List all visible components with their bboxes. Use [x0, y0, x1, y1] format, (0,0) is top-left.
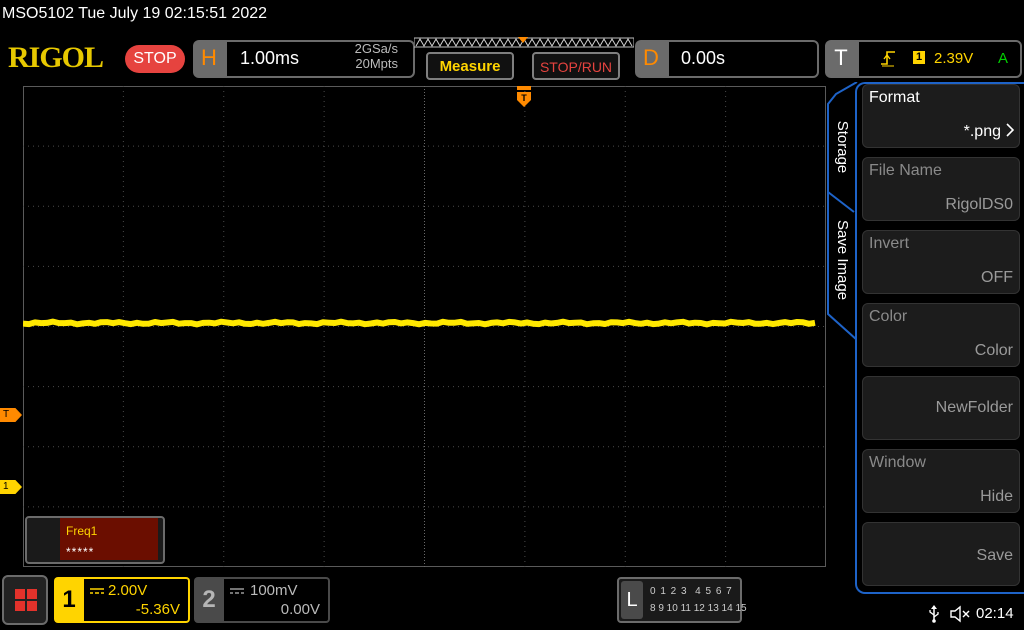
memory-timeline	[414, 37, 634, 48]
menu-tab-storage[interactable]: Storage	[826, 112, 858, 182]
menu-tab-save-image[interactable]: Save Image	[826, 210, 858, 310]
trigger-position-icon[interactable]: T	[516, 86, 532, 108]
trigger-source-badge: 1	[913, 51, 925, 64]
menu-item-title: Format	[869, 89, 920, 106]
menu-item-value: OFF	[981, 269, 1013, 286]
menu-item-title: Invert	[869, 235, 910, 252]
menu-item-save[interactable]: Save	[862, 522, 1020, 586]
grid-menu-icon	[15, 589, 37, 611]
memory-depth: 20Mpts	[355, 56, 398, 71]
menu-item-value: *.png	[963, 123, 1001, 140]
trigger-level: 2.39V	[934, 50, 974, 67]
menu-item-window[interactable]: Window Hide	[862, 449, 1020, 513]
ch1-offset: -5.36V	[135, 601, 180, 618]
horizontal-menu-button[interactable]: H	[193, 40, 225, 78]
svg-text:T: T	[521, 93, 527, 103]
logic-analyzer-button[interactable]: L	[621, 581, 643, 619]
ch1-ground-marker[interactable]: 1	[0, 480, 22, 494]
delay-menu-button[interactable]: D	[635, 40, 667, 78]
ch1-scale: 2.00V	[108, 582, 148, 599]
logic-channels-row2: 8 9 10 11 12 13 14 15	[650, 603, 747, 614]
measurement-value: *****	[66, 545, 95, 559]
run-state-badge: STOP	[125, 45, 185, 73]
ch1-waveform-trace	[23, 318, 816, 328]
chevron-right-icon	[1006, 123, 1015, 137]
waveform-display[interactable]	[23, 86, 826, 567]
ch2-offset: 0.00V	[280, 601, 320, 618]
menu-item-title: File Name	[869, 162, 942, 179]
trigger-menu-button[interactable]: T	[825, 40, 857, 78]
ch2-scale: 100mV	[250, 582, 298, 599]
system-clock: 02:14	[976, 605, 1014, 622]
menu-item-format[interactable]: Format *.png	[862, 84, 1020, 148]
logic-channels-row1: 0 1 2 3 4 5 6 7	[650, 586, 733, 597]
menu-item-invert[interactable]: Invert OFF	[862, 230, 1020, 294]
trigger-level-marker[interactable]: T	[0, 408, 22, 422]
ch2-button[interactable]: 2	[194, 577, 224, 623]
menu-item-value: Save	[976, 547, 1013, 564]
speaker-muted-icon[interactable]	[950, 605, 972, 623]
menu-item-new-folder[interactable]: NewFolder	[862, 376, 1020, 440]
rising-edge-icon	[881, 51, 895, 67]
sample-rate: 2GSa/s	[354, 41, 398, 56]
delay-value: 0.00s	[681, 48, 726, 68]
dc-coupling-icon	[90, 588, 104, 594]
device-title: MSO5102 Tue July 19 02:15:51 2022	[2, 5, 268, 22]
stop-run-button[interactable]: STOP/RUN	[532, 52, 620, 80]
usb-icon	[929, 605, 939, 623]
menu-item-title: Color	[869, 308, 908, 325]
menu-item-file-name[interactable]: File Name RigolDS0	[862, 157, 1020, 221]
measure-button[interactable]: Measure	[426, 52, 514, 80]
rigol-logo: RIGOL	[8, 41, 104, 74]
menu-item-value: Hide	[980, 488, 1013, 505]
timebase-value: 1.00ms	[240, 48, 300, 68]
ch1-button[interactable]: 1	[54, 577, 84, 623]
svg-text:Save Image: Save Image	[834, 220, 851, 300]
measurement-name: Freq1	[66, 524, 98, 538]
waveform-grid	[23, 86, 826, 567]
menu-item-color[interactable]: Color Color	[862, 303, 1020, 367]
menu-item-value: RigolDS0	[945, 196, 1013, 213]
trigger-mode: A	[998, 50, 1009, 67]
menu-item-value: Color	[974, 342, 1013, 359]
dc-coupling-icon	[230, 588, 244, 594]
menu-item-title: Window	[869, 454, 926, 471]
menu-item-value: NewFolder	[935, 399, 1013, 416]
svg-text:Storage: Storage	[834, 121, 851, 174]
